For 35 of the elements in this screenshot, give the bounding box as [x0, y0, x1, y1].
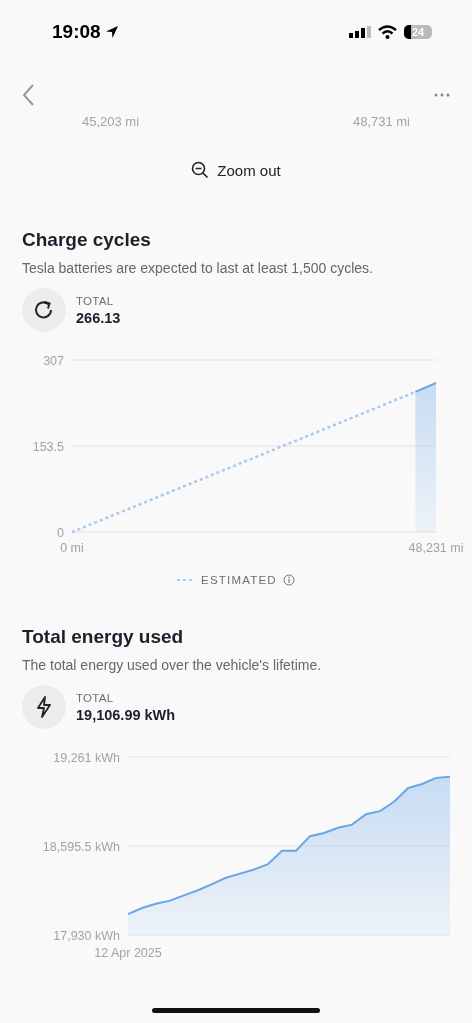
legend-label: ESTIMATED — [201, 574, 277, 586]
axis-label: 307 — [43, 353, 64, 368]
signal-icon — [349, 26, 371, 38]
axis-label: 17,930 kWh — [53, 928, 120, 943]
section-title: Total energy used — [22, 626, 185, 648]
zoom-out-icon — [191, 161, 210, 179]
date-label: 12 Apr 2025 — [94, 946, 162, 960]
battery-indicator: 24 — [404, 25, 432, 39]
axis-label: 0 mi — [60, 541, 84, 555]
zoom-out-button[interactable]: Zoom out — [191, 161, 281, 179]
axis-label: 48,731 mi — [352, 114, 410, 129]
more-button[interactable] — [434, 92, 450, 98]
lightning-bolt-icon — [36, 696, 52, 718]
total-value: 19,106.99 kWh — [76, 706, 176, 723]
chart-line — [414, 381, 437, 393]
refresh-icon — [33, 299, 55, 321]
axis-label: 48,231 mi — [408, 541, 464, 555]
wifi-icon — [378, 25, 397, 39]
axis-label: 0 — [57, 525, 64, 540]
location-arrow-icon — [104, 25, 119, 39]
axis-label: 45,203 mi — [82, 114, 140, 129]
axis-label: 153.5 — [32, 439, 64, 454]
section-description: The total energy used over the vehicle's lifetime. — [22, 657, 323, 673]
section-title: Charge cycles — [22, 229, 152, 251]
total-label: TOTAL — [76, 294, 115, 307]
axis-label: 19,261 kWh — [53, 750, 120, 765]
more-icon — [434, 92, 450, 98]
total-label: TOTAL — [76, 691, 115, 704]
status-time: 19:08 — [52, 21, 101, 43]
section-description: Tesla batteries are expected to last at least 1,500 cycles. — [22, 260, 374, 276]
back-button[interactable] — [22, 83, 36, 107]
axis-label: 18,595.5 kWh — [42, 839, 120, 854]
chevron-left-icon — [22, 83, 36, 107]
info-icon[interactable] — [282, 574, 295, 586]
total-value: 266.13 — [76, 309, 121, 326]
